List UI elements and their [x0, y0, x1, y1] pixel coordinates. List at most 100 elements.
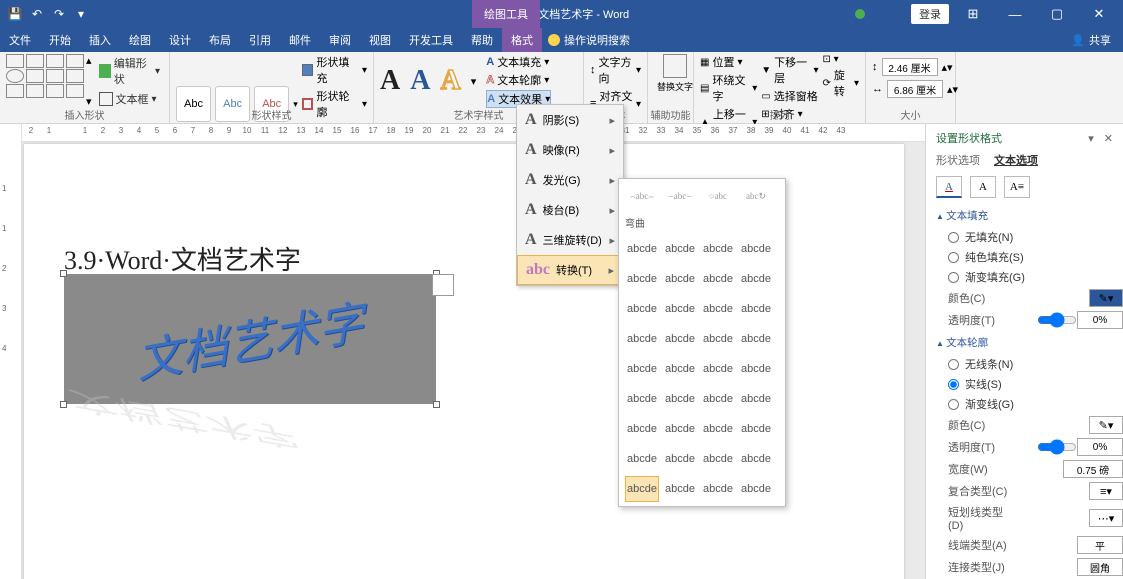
menu-reflection[interactable]: A映像(R)▸ — [517, 135, 623, 165]
transform-thumb[interactable]: abcde — [663, 476, 697, 502]
opt-gradient-fill[interactable]: 渐变填充(G) — [936, 267, 1123, 287]
redo-icon[interactable]: ↷ — [52, 7, 66, 21]
tab-layout[interactable]: 布局 — [200, 28, 240, 52]
transform-thumb[interactable]: ⌣abc⌣ — [663, 183, 697, 209]
section-text-fill[interactable]: 文本填充 — [936, 204, 1123, 227]
shape-icon[interactable] — [46, 54, 64, 68]
close-icon[interactable]: ✕ — [1081, 0, 1117, 28]
tab-view[interactable]: 视图 — [360, 28, 400, 52]
transform-thumb[interactable]: abcde — [701, 416, 735, 442]
save-icon[interactable]: 💾 — [8, 7, 22, 21]
shape-icon[interactable] — [26, 84, 44, 98]
tab-developer[interactable]: 开发工具 — [400, 28, 462, 52]
menu-bevel[interactable]: A棱台(B)▸ — [517, 195, 623, 225]
text-fill-button[interactable]: A文本填充 ▾ — [486, 54, 551, 70]
shapes-gallery[interactable]: ▴▾ — [6, 54, 92, 108]
text-direction-button[interactable]: ↕文字方向 ▾ — [590, 54, 641, 86]
transform-thumb[interactable]: abcde — [663, 266, 697, 292]
transform-thumb[interactable]: abcde — [701, 236, 735, 262]
context-tab-drawing[interactable]: 绘图工具 — [472, 0, 540, 28]
transform-thumb[interactable]: abcde — [625, 236, 659, 262]
share-button[interactable]: 👤共享 — [1059, 28, 1123, 52]
transform-thumb[interactable]: abcde — [739, 326, 773, 352]
tab-home[interactable]: 开始 — [40, 28, 80, 52]
cap-type-picker[interactable] — [1077, 536, 1123, 554]
wordart-style-thumb[interactable]: A — [440, 65, 460, 97]
tab-help[interactable]: 帮助 — [462, 28, 502, 52]
undo-icon[interactable]: ↶ — [30, 7, 44, 21]
transform-thumb[interactable]: abcde — [739, 416, 773, 442]
transform-thumb[interactable]: abcde — [701, 446, 735, 472]
outline-transparency-slider[interactable] — [1037, 438, 1077, 456]
wrap-text-button[interactable]: ▤ 环绕文字 ▾ — [700, 72, 757, 104]
document-heading[interactable]: 3.9·Word·文档艺术字 — [64, 240, 301, 277]
transform-thumb[interactable]: ⌢abc⌢ — [625, 183, 659, 209]
dash-type-picker[interactable]: ⋯▾ — [1089, 509, 1123, 527]
transform-thumb[interactable]: abcde — [663, 446, 697, 472]
resize-handle[interactable] — [60, 270, 67, 277]
pane-close-icon[interactable]: ✕ — [1104, 132, 1113, 145]
send-backward-button[interactable]: ▼ 下移一层 ▾ — [761, 54, 818, 86]
gallery-up-icon[interactable]: ▴ — [86, 54, 92, 67]
transform-thumb[interactable]: abcde — [625, 416, 659, 442]
text-effects-tab-icon[interactable]: A — [970, 176, 996, 198]
edit-shape-button[interactable]: 编辑形状 ▾ — [96, 54, 163, 88]
transform-thumb[interactable]: abcde — [663, 386, 697, 412]
transform-thumb[interactable]: abcde — [739, 296, 773, 322]
tab-references[interactable]: 引用 — [240, 28, 280, 52]
transform-thumb[interactable]: abcde — [739, 266, 773, 292]
transform-thumb[interactable]: abcde — [701, 326, 735, 352]
tab-text-options[interactable]: 文本选项 — [994, 152, 1038, 168]
tab-format[interactable]: 格式 — [502, 28, 542, 52]
transform-thumb[interactable]: abcde — [739, 386, 773, 412]
shape-icon[interactable] — [26, 54, 44, 68]
transform-thumb[interactable]: abcde — [663, 296, 697, 322]
layout-options-icon[interactable] — [432, 274, 454, 296]
menu-glow[interactable]: A发光(G)▸ — [517, 165, 623, 195]
tab-design[interactable]: 设计 — [160, 28, 200, 52]
opt-solid-line[interactable]: 实线(S) — [936, 374, 1123, 394]
transform-thumb[interactable]: abcde — [701, 386, 735, 412]
transform-thumb[interactable]: abcde — [663, 416, 697, 442]
login-button[interactable]: 登录 — [911, 4, 949, 24]
transparency-slider[interactable] — [1037, 311, 1077, 329]
transform-thumb[interactable]: abcde — [625, 326, 659, 352]
shape-icon[interactable] — [26, 69, 44, 83]
transform-thumb[interactable]: abcde — [739, 476, 773, 502]
transform-thumb[interactable]: abcde — [739, 236, 773, 262]
wordart-style-thumb[interactable]: A — [410, 65, 430, 97]
outline-color-picker[interactable]: ✎▾ — [1089, 416, 1123, 434]
wordart-style-thumb[interactable]: A — [380, 65, 400, 97]
transform-thumb[interactable]: abcde — [625, 446, 659, 472]
shape-icon[interactable] — [6, 69, 24, 83]
maximize-icon[interactable]: ▢ — [1039, 0, 1075, 28]
menu-transform[interactable]: abc转换(T)▸ — [517, 255, 623, 285]
selection-pane-button[interactable]: ▭ 选择窗格 — [761, 88, 818, 104]
width-field[interactable] — [887, 80, 943, 98]
document-area[interactable]: 21 1234567891011121314151617181920212223… — [22, 124, 925, 579]
shape-icon[interactable] — [6, 84, 24, 98]
wordart-text[interactable]: 文档艺术字 — [134, 286, 366, 392]
compound-type-picker[interactable]: ≡▾ — [1089, 482, 1123, 500]
group-button[interactable]: ⊡ ▾ — [823, 54, 860, 65]
tab-file[interactable]: 文件 — [0, 28, 40, 52]
tab-draw[interactable]: 绘图 — [120, 28, 160, 52]
shape-icon[interactable] — [46, 69, 64, 83]
transform-thumb[interactable]: abcde — [701, 356, 735, 382]
transform-thumb[interactable]: abcde — [663, 356, 697, 382]
transform-thumb[interactable]: abcde — [739, 356, 773, 382]
shape-icon[interactable] — [66, 54, 84, 68]
alt-text-button[interactable]: 替换文字 — [654, 54, 696, 93]
height-input[interactable]: ↕▴▾ — [872, 58, 949, 76]
menu-shadow[interactable]: A阴影(S)▸ — [517, 105, 623, 135]
shape-icon[interactable] — [66, 69, 84, 83]
text-fill-outline-icon[interactable]: A — [936, 176, 962, 198]
transform-thumb[interactable]: abcde — [625, 476, 659, 502]
fill-color-picker[interactable]: ✎▾ — [1089, 289, 1123, 307]
transform-thumb[interactable]: abc↻ — [739, 183, 773, 209]
position-button[interactable]: ▦ 位置 ▾ — [700, 54, 757, 70]
opt-solid-fill[interactable]: 纯色填充(S) — [936, 247, 1123, 267]
tab-insert[interactable]: 插入 — [80, 28, 120, 52]
pane-options-icon[interactable]: ▾ — [1088, 132, 1094, 145]
qat-customize-icon[interactable]: ▾ — [74, 7, 88, 21]
